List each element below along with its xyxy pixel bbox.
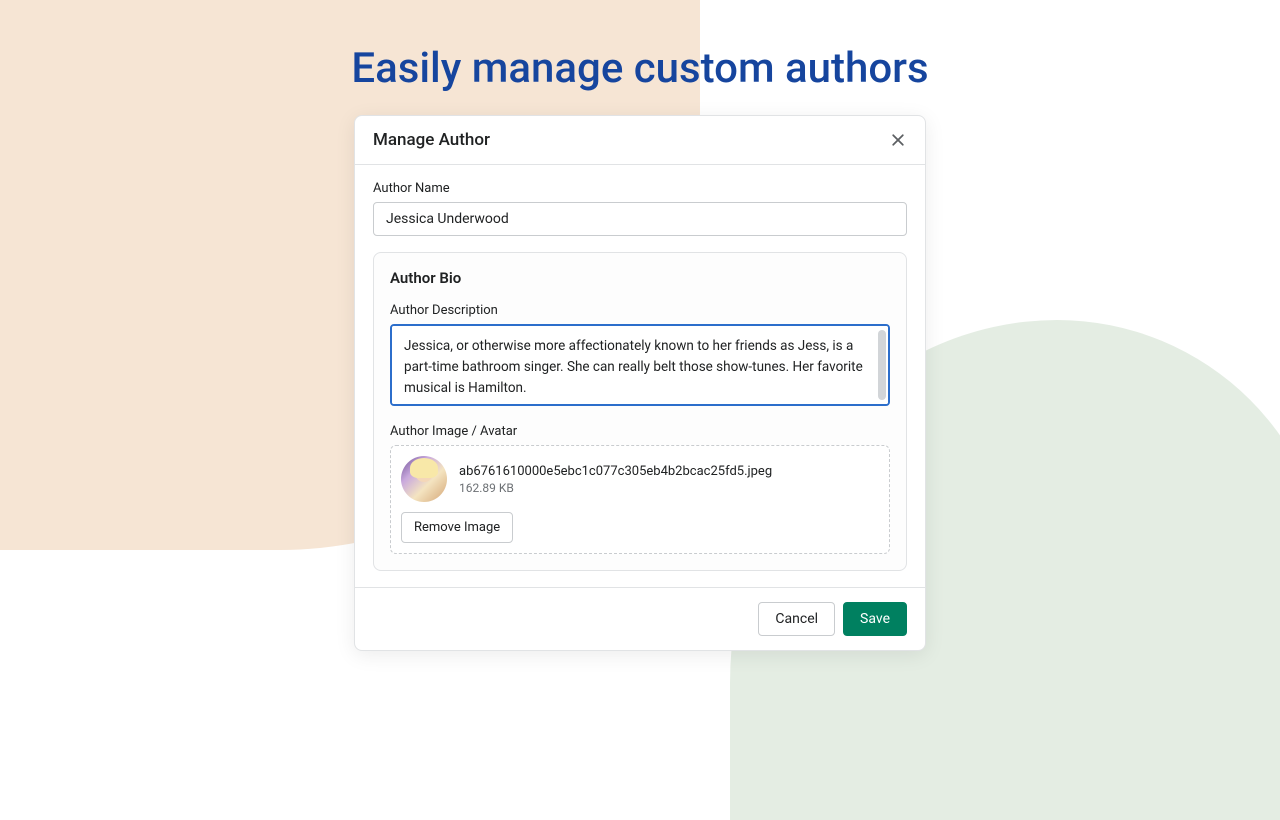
image-dropzone[interactable]: ab6761610000e5ebc1c077c305eb4b2bcac25fd5…	[390, 445, 890, 554]
modal-body: Author Name Author Bio Author Descriptio…	[355, 165, 925, 587]
manage-author-modal: Manage Author Author Name Author Bio Aut…	[354, 115, 926, 651]
file-info: ab6761610000e5ebc1c077c305eb4b2bcac25fd5…	[459, 464, 879, 495]
cancel-button[interactable]: Cancel	[758, 602, 835, 636]
scrollbar-thumb[interactable]	[878, 330, 886, 400]
file-name: ab6761610000e5ebc1c077c305eb4b2bcac25fd5…	[459, 464, 879, 479]
page-headline: Easily manage custom authors	[0, 0, 1280, 115]
author-description-label: Author Description	[390, 303, 890, 318]
author-image-label: Author Image / Avatar	[390, 424, 890, 439]
author-name-label: Author Name	[373, 181, 907, 196]
author-bio-title: Author Bio	[390, 269, 890, 287]
close-icon[interactable]	[889, 131, 907, 149]
save-button[interactable]: Save	[843, 602, 907, 636]
author-bio-card: Author Bio Author Description Author Ima…	[373, 252, 907, 571]
remove-image-button[interactable]: Remove Image	[401, 512, 513, 543]
author-image-section: Author Image / Avatar ab6761610000e5ebc1…	[390, 424, 890, 554]
author-name-input[interactable]	[373, 202, 907, 236]
modal-header: Manage Author	[355, 116, 925, 165]
file-size: 162.89 KB	[459, 481, 879, 495]
image-row: ab6761610000e5ebc1c077c305eb4b2bcac25fd5…	[401, 456, 879, 502]
avatar	[401, 456, 447, 502]
author-description-textarea[interactable]	[390, 324, 890, 406]
modal-title: Manage Author	[373, 130, 490, 150]
modal-footer: Cancel Save	[355, 587, 925, 650]
